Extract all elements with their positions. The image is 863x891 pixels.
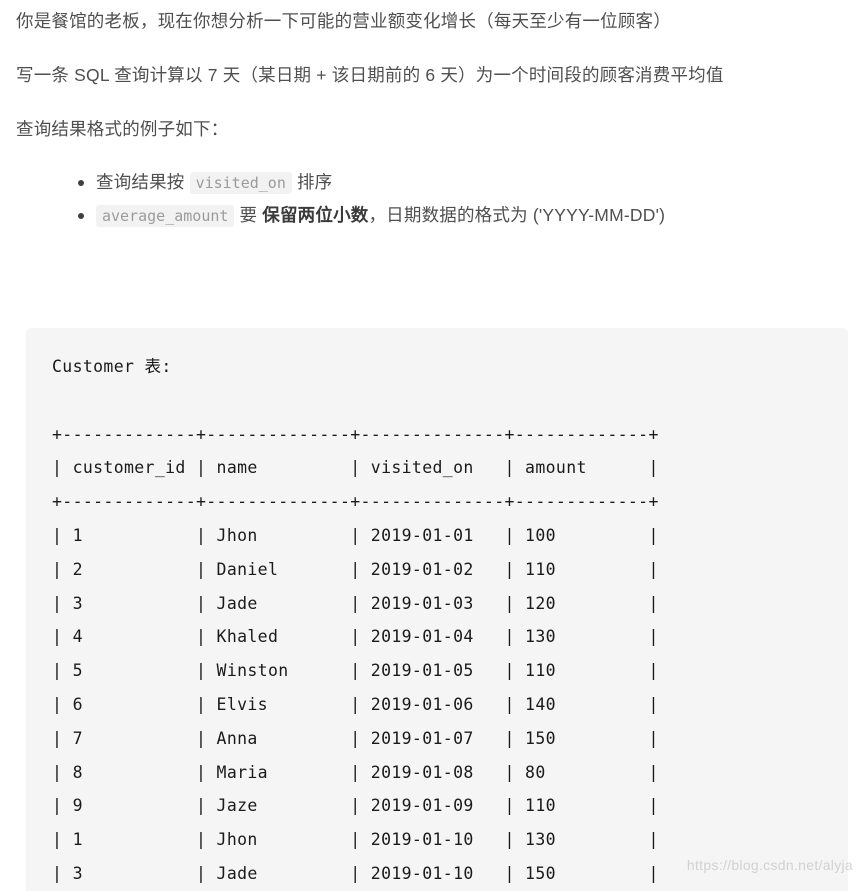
- inline-code-visited-on: visited_on: [189, 172, 292, 194]
- article-body: 你是餐馆的老板，现在你想分析一下可能的营业额变化增长（每天至少有一位顾客） 写一…: [0, 6, 863, 232]
- paragraph-task: 写一条 SQL 查询计算以 7 天（某日期 + 该日期前的 6 天）为一个时间段…: [16, 65, 724, 85]
- paragraph-format-heading: 查询结果格式的例子如下：: [16, 119, 229, 139]
- code-block-customer-table: Customer 表: +-------------+-------------…: [26, 328, 848, 891]
- requirements-list: 查询结果按 visited_on 排序 average_amount 要 保留两…: [16, 166, 847, 232]
- requirement-item-rounding: average_amount 要 保留两位小数，日期数据的格式为 ('YYYY-…: [78, 199, 847, 232]
- paragraph-intro: 你是餐馆的老板，现在你想分析一下可能的营业额变化增长（每天至少有一位顾客）: [16, 11, 671, 31]
- requirement-text-before: 查询结果按: [96, 172, 185, 192]
- requirement-text-after: 排序: [296, 172, 333, 192]
- requirement-text-mid: 要: [239, 205, 258, 225]
- ascii-art-table: Customer 表: +-------------+-------------…: [52, 357, 659, 883]
- inline-code-average-amount: average_amount: [96, 205, 235, 227]
- requirement-text-after: ，日期数据的格式为 ('YYYY-MM-DD'): [368, 205, 666, 225]
- requirement-bold-note: 保留两位小数: [262, 205, 369, 225]
- requirement-item-order: 查询结果按 visited_on 排序: [78, 166, 847, 199]
